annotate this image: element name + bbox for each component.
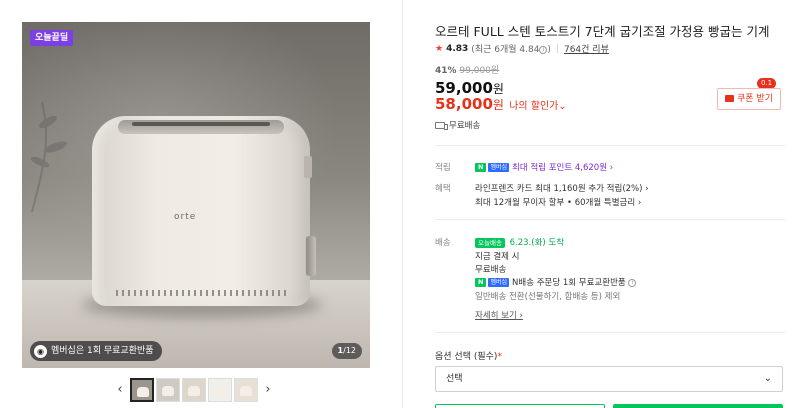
delivery-free: 무료배송 [475, 265, 507, 275]
thumbnail-4[interactable] [208, 378, 232, 402]
option-select-value: 선택 [446, 374, 463, 384]
divider [435, 219, 785, 220]
toaster-knob [306, 236, 316, 276]
secondary-action-button[interactable] [435, 404, 605, 408]
delivery-label: 배송 [435, 238, 451, 248]
membership-tag: 멤버십 [488, 163, 510, 172]
toaster-vents [116, 290, 286, 296]
review-count-link[interactable]: 764건 리뷰 [564, 42, 609, 55]
chevron-right-icon: › [645, 184, 649, 194]
today-deal-badge: 오늘끝딜 [30, 30, 74, 46]
thumbnail-toaster [188, 386, 200, 396]
star-icon: ★ [435, 43, 444, 54]
thumbnail-toaster [240, 386, 252, 396]
product-info: 오르테 FULL 스텐 토스트기 7단계 굽기조절 가정용 빵굽는 기계 ★ 4… [435, 0, 785, 408]
membership-chip-label: 멤버십은 1회 무료교환반품 [51, 346, 154, 356]
thumbnail-strip: ‹ › [112, 376, 276, 404]
thumbnail-toaster [162, 386, 174, 396]
points-label: 적립 [435, 163, 451, 173]
perk-installment-row[interactable]: 최대 12개월 무이자 할부 • 60개월 특별금리 › [475, 196, 641, 208]
toaster-lever [304, 156, 312, 178]
chevron-down-icon: ⌄ [763, 373, 772, 384]
product-title: 오르테 FULL 스텐 토스트기 7단계 굽기조절 가정용 빵굽는 기계 [435, 24, 770, 39]
main-product-image[interactable]: orte 오늘끝딜 ◉ 멤버십은 1회 무료교환반품 1/12 [22, 22, 370, 368]
truck-icon [435, 121, 448, 130]
product-gallery: orte 오늘끝딜 ◉ 멤버십은 1회 무료교환반품 1/12 ‹ › [0, 0, 402, 408]
delivery-arrival-row: 오늘배송 6.23.(화) 도착 [475, 236, 564, 248]
option-select[interactable]: 선택 ⌄ [435, 366, 783, 392]
toaster-slot [132, 122, 270, 126]
thumbnail-5[interactable] [234, 378, 258, 402]
rating-score: 4.83 [446, 43, 469, 54]
pay-time-note: 지금 결제 시 [475, 252, 520, 262]
divider [435, 332, 785, 333]
membership-chip: ◉ 멤버십은 1회 무료교환반품 [30, 341, 162, 361]
npay-icon: N [475, 278, 487, 287]
image-counter-total: /12 [343, 346, 356, 355]
thumbnail-1[interactable] [130, 378, 154, 402]
chevron-right-icon: › [609, 163, 614, 173]
prev-image-icon[interactable]: ‹ [112, 378, 128, 402]
detail-link[interactable]: 자세히 보기 › [475, 309, 523, 321]
product-page: orte 오늘끝딜 ◉ 멤버십은 1회 무료교환반품 1/12 ‹ › 오르테 … [0, 0, 800, 408]
today-delivery-tag: 오늘배송 [475, 237, 505, 248]
thumbnail-2[interactable] [156, 378, 180, 402]
thumbnail-toaster [137, 387, 149, 397]
points-text: 최대 적립 포인트 4,620원 [512, 163, 608, 173]
rating-row: ★ 4.83 (최근 6개월 4.84 i) | 764건 리뷰 [435, 42, 609, 56]
coupon-icon [725, 95, 734, 102]
membership-tag: 멤버십 [488, 278, 510, 287]
toaster-product: orte [92, 116, 316, 306]
free-shipping-note: 무료배송 [435, 119, 480, 131]
arrival-date: 6.23.(화) 도착 [509, 238, 565, 248]
perk-card-row[interactable]: 라인프렌즈 카드 최대 1,160원 추가 적립(2%) › [475, 182, 649, 194]
npay-icon: N [475, 163, 487, 172]
discount-row: 41% 99,000원 [435, 63, 499, 76]
rating-recent: (최근 6개월 4.84 i) [471, 45, 551, 55]
divider [435, 145, 785, 146]
column-divider [402, 0, 403, 408]
coupon-button[interactable]: 쿠폰 받기 [717, 88, 781, 110]
chevron-right-icon: › [519, 311, 523, 321]
rating-separator: | [555, 43, 559, 54]
exchange-row: N 멤버십 N배송 주문당 1회 무료교환반품 i [475, 276, 637, 288]
option-label: 옵션 선택 (필수)* [435, 352, 502, 362]
chevron-right-icon: › [637, 198, 642, 208]
my-discount-price[interactable]: 58,000원 나의 할인가⌄ [435, 95, 567, 113]
discount-percent: 41% [435, 66, 457, 76]
points-row[interactable]: N 멤버십 최대 적립 포인트 4,620원 › [475, 161, 613, 173]
perks-label: 혜택 [435, 184, 451, 194]
my-price-label: 나의 할인가 [509, 101, 559, 112]
next-image-icon[interactable]: › [260, 378, 276, 402]
info-icon[interactable]: i [628, 278, 637, 287]
plant-shadow-graphic [30, 101, 68, 212]
thumbnail-toaster [214, 386, 226, 396]
delivery-note: 일반배송 전환(선물하기, 합배송 등) 제외 [475, 292, 621, 302]
original-price: 99,000원 [459, 66, 500, 76]
product-brand-mark: orte [174, 212, 197, 222]
chevron-down-icon: ⌄ [558, 101, 567, 112]
primary-action-button[interactable] [613, 404, 783, 408]
thumbnail-3[interactable] [182, 378, 206, 402]
membership-icon: ◉ [34, 344, 47, 358]
image-counter: 1/12 [331, 343, 362, 359]
